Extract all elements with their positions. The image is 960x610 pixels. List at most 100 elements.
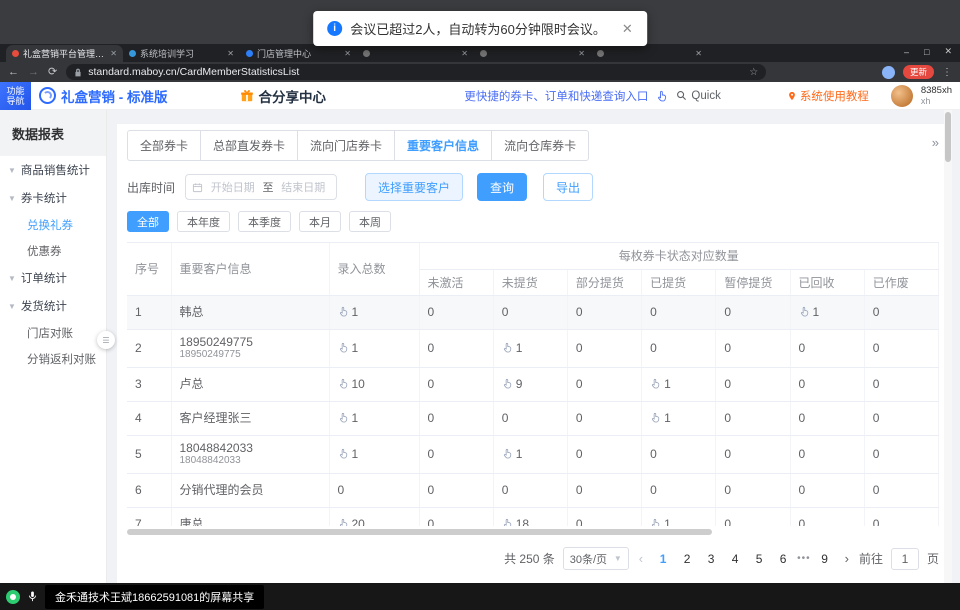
- page-number[interactable]: 5: [749, 552, 769, 566]
- quick-filter-month[interactable]: 本月: [299, 211, 341, 232]
- search-button[interactable]: 查询: [477, 173, 527, 201]
- sidebar-item-store-reconcile[interactable]: 门店对账: [0, 320, 106, 346]
- sidebar-item-discount-coupon[interactable]: 优惠券: [0, 238, 106, 264]
- table-row[interactable]: 7唐总2001801000: [127, 507, 939, 526]
- browser-profile-avatar[interactable]: [882, 66, 895, 79]
- url-field[interactable]: standard.maboy.cn/CardMemberStatisticsLi…: [66, 64, 766, 80]
- date-range-input[interactable]: 开始日期 至 结束日期: [185, 174, 337, 200]
- page-number[interactable]: 3: [701, 552, 721, 566]
- horizontal-scrollbar[interactable]: [127, 529, 712, 535]
- page-number[interactable]: 4: [725, 552, 745, 566]
- browser-menu-icon[interactable]: ⋮: [942, 67, 952, 78]
- close-toast-icon[interactable]: ✕: [622, 21, 633, 37]
- cell-total[interactable]: 10: [329, 367, 419, 401]
- cell-status-count[interactable]: 1: [642, 507, 716, 526]
- close-tab-icon[interactable]: ✕: [110, 49, 117, 58]
- cell-status-count[interactable]: 1: [642, 367, 716, 401]
- cell-total[interactable]: 1: [329, 435, 419, 473]
- cell-status-count: 0: [790, 473, 864, 507]
- cell-total[interactable]: 1: [329, 401, 419, 435]
- browser-update-button[interactable]: 更新: [903, 65, 934, 79]
- cell-status-count[interactable]: 18: [493, 507, 567, 526]
- close-tab-icon[interactable]: ✕: [227, 49, 234, 58]
- close-window-icon[interactable]: ✕: [944, 46, 952, 57]
- quick-entry-link[interactable]: 更快捷的券卡、订单和快递查询入口: [464, 88, 648, 104]
- back-icon[interactable]: ←: [8, 67, 19, 78]
- cell-total[interactable]: 1: [329, 295, 419, 329]
- close-tab-icon[interactable]: ✕: [695, 49, 702, 58]
- share-center-link[interactable]: 合分享中心: [240, 86, 327, 106]
- tab-hq-direct-cards[interactable]: 总部直发券卡: [200, 130, 298, 161]
- table-row[interactable]: 5180488420331804884203310100000: [127, 435, 939, 473]
- pagination-ellipsis[interactable]: •••: [797, 553, 811, 564]
- page-size-select[interactable]: 30条/页 ▼: [563, 547, 629, 570]
- quick-label: Quick: [691, 90, 720, 102]
- cell-status-count: 0: [864, 507, 938, 526]
- refresh-icon[interactable]: ⟳: [48, 67, 57, 78]
- tab-store-flow-cards[interactable]: 流向门店券卡: [297, 130, 395, 161]
- page-number[interactable]: 6: [773, 552, 793, 566]
- function-nav-button[interactable]: 功能 导航: [0, 82, 31, 110]
- page-number[interactable]: 1: [653, 552, 673, 566]
- close-tab-icon[interactable]: ✕: [461, 49, 468, 58]
- brand-logo-link[interactable]: 礼盒营销 - 标准版: [39, 86, 168, 106]
- sidebar-item-product-sales[interactable]: ▼ 商品销售统计: [0, 156, 106, 184]
- maximize-icon[interactable]: □: [924, 47, 929, 57]
- table-row[interactable]: 1韩总10000010: [127, 295, 939, 329]
- cell-total: 0: [329, 473, 419, 507]
- sidebar-item-shipping-stats[interactable]: ▼ 发货统计: [0, 292, 106, 320]
- sidebar-item-card-stats[interactable]: ▼ 券卡统计: [0, 184, 106, 212]
- cell-status-count[interactable]: 1: [493, 329, 567, 367]
- cell-status-count[interactable]: 9: [493, 367, 567, 401]
- cell-status-count[interactable]: 1: [493, 435, 567, 473]
- microphone-icon[interactable]: [27, 590, 38, 603]
- click-hand-icon: [502, 448, 513, 459]
- page-number[interactable]: 9: [815, 552, 835, 566]
- browser-tab-gift-admin[interactable]: 礼盒营销平台管理中心 ✕: [6, 45, 123, 62]
- table-row[interactable]: 2189502497751895024977510100000: [127, 329, 939, 367]
- vertical-scrollbar[interactable]: [945, 112, 951, 162]
- sidebar-item-rebate-reconcile[interactable]: 分销返利对账: [0, 346, 106, 372]
- prev-page-icon[interactable]: ‹: [637, 551, 645, 566]
- cell-total[interactable]: 20: [329, 507, 419, 526]
- cell-status-count: 0: [493, 401, 567, 435]
- search-icon: [676, 90, 687, 101]
- browser-tab-5[interactable]: ✕: [474, 45, 591, 62]
- page-number[interactable]: 2: [677, 552, 697, 566]
- sidebar-item-order-stats[interactable]: ▼ 订单统计: [0, 264, 106, 292]
- collapse-panel-icon[interactable]: »: [932, 135, 939, 150]
- browser-tab-4[interactable]: ✕: [357, 45, 474, 62]
- bookmark-star-icon[interactable]: ☆: [749, 67, 758, 78]
- forward-icon[interactable]: →: [28, 67, 39, 78]
- goto-page-input[interactable]: [891, 548, 919, 570]
- next-page-icon[interactable]: ›: [843, 551, 851, 566]
- cell-status-count: 0: [790, 401, 864, 435]
- quick-search[interactable]: Quick: [676, 90, 720, 102]
- quick-filter-year[interactable]: 本年度: [177, 211, 230, 232]
- tab-important-customers[interactable]: 重要客户信息: [394, 130, 492, 161]
- quick-filter-week[interactable]: 本周: [349, 211, 391, 232]
- browser-tab-store[interactable]: 门店管理中心 ✕: [240, 45, 357, 62]
- close-tab-icon[interactable]: ✕: [344, 49, 351, 58]
- tab-all-cards[interactable]: 全部券卡: [127, 130, 201, 161]
- close-tab-icon[interactable]: ✕: [578, 49, 585, 58]
- cell-status-count: 0: [716, 295, 790, 329]
- select-customer-button[interactable]: 选择重要客户: [365, 173, 463, 201]
- cell-status-count[interactable]: 1: [642, 401, 716, 435]
- sidebar-item-exchange-coupon[interactable]: 兑换礼券: [0, 212, 106, 238]
- minimize-icon[interactable]: –: [904, 47, 909, 57]
- table-row[interactable]: 6分销代理的会员00000000: [127, 473, 939, 507]
- browser-tab-training[interactable]: 系统培训学习 ✕: [123, 45, 240, 62]
- tab-warehouse-flow-cards[interactable]: 流向仓库券卡: [491, 130, 589, 161]
- cell-total[interactable]: 1: [329, 329, 419, 367]
- browser-tab-6[interactable]: ✕: [591, 45, 708, 62]
- table-row[interactable]: 4客户经理张三10001000: [127, 401, 939, 435]
- export-button[interactable]: 导出: [543, 173, 593, 201]
- user-avatar[interactable]: [891, 85, 913, 107]
- sidebar-collapse-handle[interactable]: ☰: [97, 331, 115, 349]
- quick-filter-quarter[interactable]: 本季度: [238, 211, 291, 232]
- cell-status-count[interactable]: 1: [790, 295, 864, 329]
- table-row[interactable]: 3卢总100901000: [127, 367, 939, 401]
- quick-filter-all[interactable]: 全部: [127, 211, 169, 232]
- system-tutorial-link[interactable]: 系统使用教程: [787, 88, 869, 104]
